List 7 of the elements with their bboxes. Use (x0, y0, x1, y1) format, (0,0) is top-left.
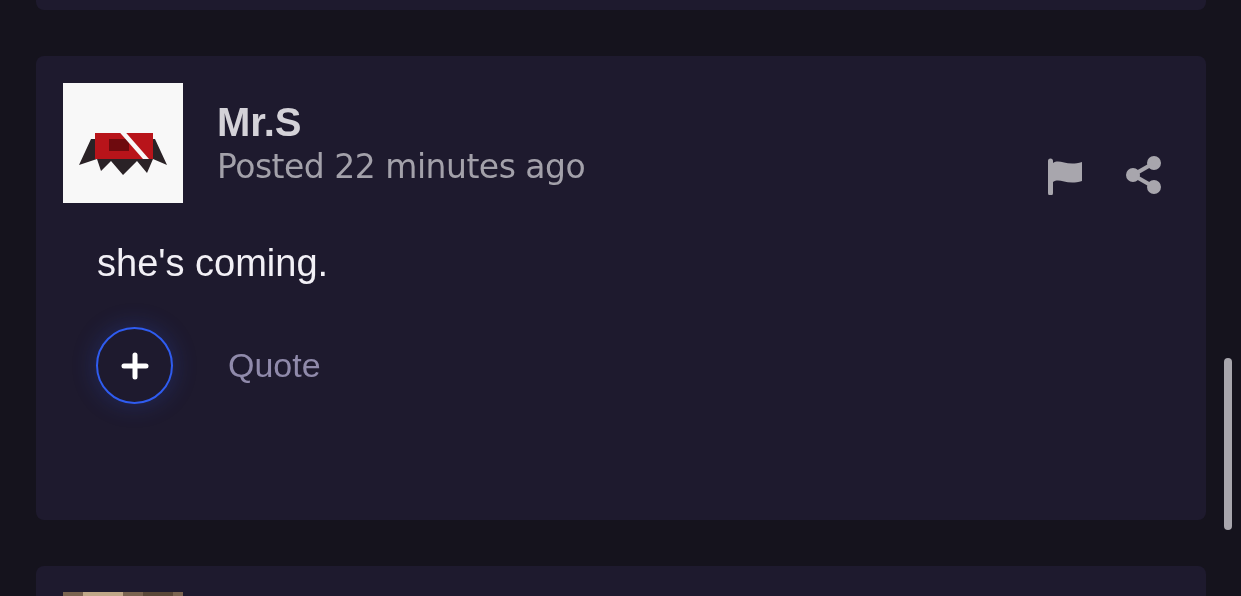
quote-button[interactable]: Quote (228, 346, 321, 385)
share-icon[interactable] (1124, 155, 1164, 195)
post-text: she's coming. (97, 241, 330, 286)
plus-icon (119, 350, 150, 381)
author-name[interactable]: Mr.S (217, 99, 586, 145)
scrollbar[interactable] (1224, 358, 1232, 530)
post-time: Posted 22 minutes ago (217, 146, 586, 188)
